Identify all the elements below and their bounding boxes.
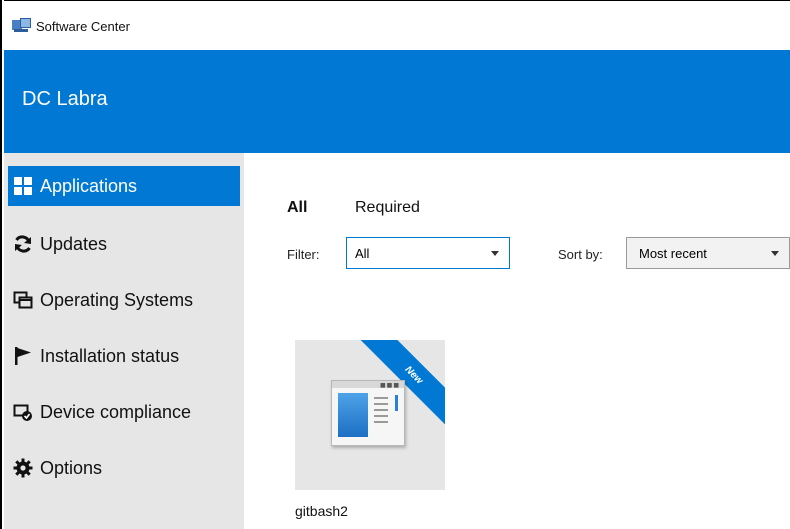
sidebar-item-operating-systems[interactable]: Operating Systems [4,280,244,320]
flag-icon [12,345,34,367]
sidebar-item-label: Options [40,457,103,478]
device-compliance-icon [12,401,34,423]
software-center-window: Software Center DC Labra Applications Up… [0,0,790,529]
application-window-icon: ■■■ [331,380,405,446]
sort-label: Sort by: [558,247,603,262]
chevron-down-icon [491,251,499,256]
sidebar-item-label: Operating Systems [40,289,194,310]
filter-dropdown[interactable]: All [346,237,510,269]
sort-value: Most recent [639,245,707,261]
sidebar-item-options[interactable]: Options [4,448,244,488]
operating-systems-icon [12,289,34,311]
sidebar-item-label: Installation status [40,345,180,366]
app-tile[interactable]: New ■■■ [295,340,445,490]
sidebar-item-label: Device compliance [40,401,192,422]
organization-name: DC Labra [22,88,108,110]
sidebar-item-label: Updates [40,233,108,254]
refresh-icon [12,233,34,255]
gear-icon [12,457,34,479]
app-name[interactable]: gitbash2 [295,503,348,519]
sidebar-item-applications[interactable]: Applications [8,166,240,206]
tab-all[interactable]: All [287,199,307,217]
sidebar-item-installation-status[interactable]: Installation status [4,336,244,376]
sidebar-item-label: Applications [40,175,138,196]
main-content: All Required Filter: All Sort by: Most r… [244,153,790,529]
filter-label: Filter: [287,247,320,262]
window-title: Software Center [36,18,130,34]
header-banner: DC Labra [4,50,790,153]
sidebar-item-updates[interactable]: Updates [4,224,244,264]
sidebar-item-device-compliance[interactable]: Device compliance [4,392,244,432]
tab-required[interactable]: Required [355,199,420,217]
filter-value: All [355,245,370,261]
title-bar: Software Center [4,0,790,51]
software-center-app-icon [12,18,31,34]
chevron-down-icon [771,251,779,256]
sort-dropdown[interactable]: Most recent [626,237,790,269]
applications-grid-icon [12,175,34,197]
sidebar: Applications Updates Operating Systems I… [4,153,244,529]
